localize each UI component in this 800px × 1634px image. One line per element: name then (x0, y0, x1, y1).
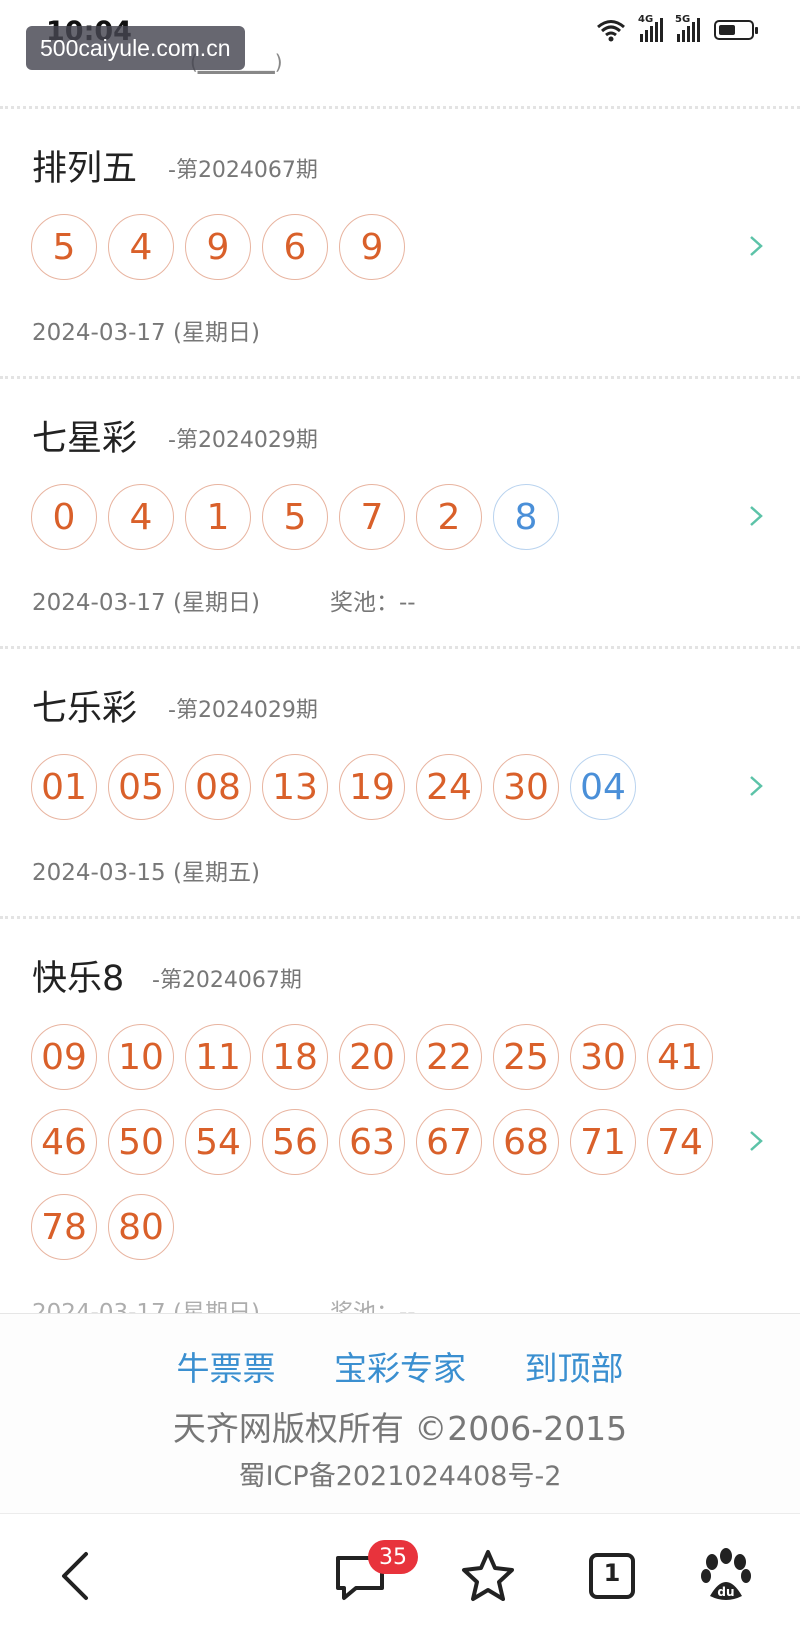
battery-icon (714, 20, 758, 40)
star-icon[interactable] (458, 1546, 518, 1606)
lottery-issue: -第2024029期 (168, 428, 318, 453)
chevron-right-icon[interactable] (745, 235, 767, 257)
divider (0, 916, 800, 919)
tabs-button[interactable]: 1 (582, 1546, 642, 1606)
wifi-icon (597, 20, 625, 42)
number-ball: 50 (108, 1109, 174, 1175)
svg-text:du: du (717, 1585, 734, 1599)
number-ball: 08 (185, 754, 251, 820)
number-ball: 1 (185, 484, 251, 550)
browser-bottom-nav: 35 1 du (0, 1513, 800, 1634)
chevron-right-icon[interactable] (745, 505, 767, 527)
number-ball: 67 (416, 1109, 482, 1175)
number-ball: 13 (262, 754, 328, 820)
prize-pool: 奖池：-- (330, 590, 416, 616)
number-ball: 0 (31, 484, 97, 550)
number-ball: 9 (185, 214, 251, 280)
lottery-issue: -第2024067期 (168, 158, 318, 183)
lottery-name: 七乐彩 (32, 689, 138, 729)
icp-license[interactable]: 蜀ICP备2021024408号-2 (0, 1454, 800, 1493)
chevron-right-icon[interactable] (745, 1130, 767, 1152)
lottery-name: 排列五 (32, 149, 138, 189)
number-ball: 78 (31, 1194, 97, 1260)
number-ball: 63 (339, 1109, 405, 1175)
number-ball: 9 (339, 214, 405, 280)
number-ball: 80 (108, 1194, 174, 1260)
number-ball: 74 (647, 1109, 713, 1175)
link-baocai-expert[interactable]: 宝彩专家 (334, 1349, 466, 1388)
number-ball: 46 (31, 1109, 97, 1175)
copyright-text: 天齐网版权所有 ©2006-2015 (172, 1409, 628, 1448)
lottery-issue: -第2024067期 (152, 968, 302, 993)
number-ball: 18 (262, 1024, 328, 1090)
special-ball: 8 (493, 484, 559, 550)
back-icon[interactable] (46, 1546, 106, 1606)
number-ball: 22 (416, 1024, 482, 1090)
link-niupiaopiao[interactable]: 牛票票 (177, 1349, 276, 1388)
message-badge: 35 (368, 1540, 418, 1574)
number-ball: 05 (108, 754, 174, 820)
footer-links: 牛票票 宝彩专家 到顶部 (0, 1342, 800, 1390)
number-ball: 5 (262, 484, 328, 550)
page-footer: 牛票票 宝彩专家 到顶部 天齐网版权所有 ©2006-2015 蜀ICP备202… (0, 1313, 800, 1514)
status-icons: 4G 5G (596, 14, 758, 42)
lottery-issue: -第2024029期 (168, 698, 318, 723)
number-ball: 25 (493, 1024, 559, 1090)
number-ball: 4 (108, 214, 174, 280)
divider (0, 376, 800, 379)
number-ball: 56 (262, 1109, 328, 1175)
number-ball: 7 (339, 484, 405, 550)
number-ball: 68 (493, 1109, 559, 1175)
number-ball: 6 (262, 214, 328, 280)
watermark: 500caiyule.com.cn (26, 26, 245, 70)
number-ball: 24 (416, 754, 482, 820)
baidu-paw-icon[interactable]: du (696, 1546, 756, 1606)
number-ball: 54 (185, 1109, 251, 1175)
number-ball: 11 (185, 1024, 251, 1090)
chevron-right-icon[interactable] (745, 775, 767, 797)
link-back-to-top[interactable]: 到顶部 (525, 1349, 624, 1388)
number-ball: 01 (31, 754, 97, 820)
number-ball: 2 (416, 484, 482, 550)
draw-date: 2024-03-17 (星期日) (32, 590, 260, 616)
number-ball: 10 (108, 1024, 174, 1090)
divider (0, 106, 800, 109)
lottery-name: 快乐8 (32, 959, 125, 999)
number-ball: 19 (339, 754, 405, 820)
signal-4g-icon: 4G (638, 14, 663, 42)
tabs-count: 1 (603, 1559, 621, 1587)
number-ball: 20 (339, 1024, 405, 1090)
number-ball: 5 (31, 214, 97, 280)
signal-5g-icon: 5G (675, 14, 700, 42)
number-ball: 09 (31, 1024, 97, 1090)
number-ball: 71 (570, 1109, 636, 1175)
number-ball: 30 (570, 1024, 636, 1090)
number-ball: 41 (647, 1024, 713, 1090)
draw-date: 2024-03-17 (星期日) (32, 320, 260, 346)
draw-date: 2024-03-15 (星期五) (32, 860, 260, 886)
special-ball: 04 (570, 754, 636, 820)
lottery-name: 七星彩 (32, 419, 138, 459)
number-ball: 4 (108, 484, 174, 550)
divider (0, 646, 800, 649)
number-ball: 30 (493, 754, 559, 820)
